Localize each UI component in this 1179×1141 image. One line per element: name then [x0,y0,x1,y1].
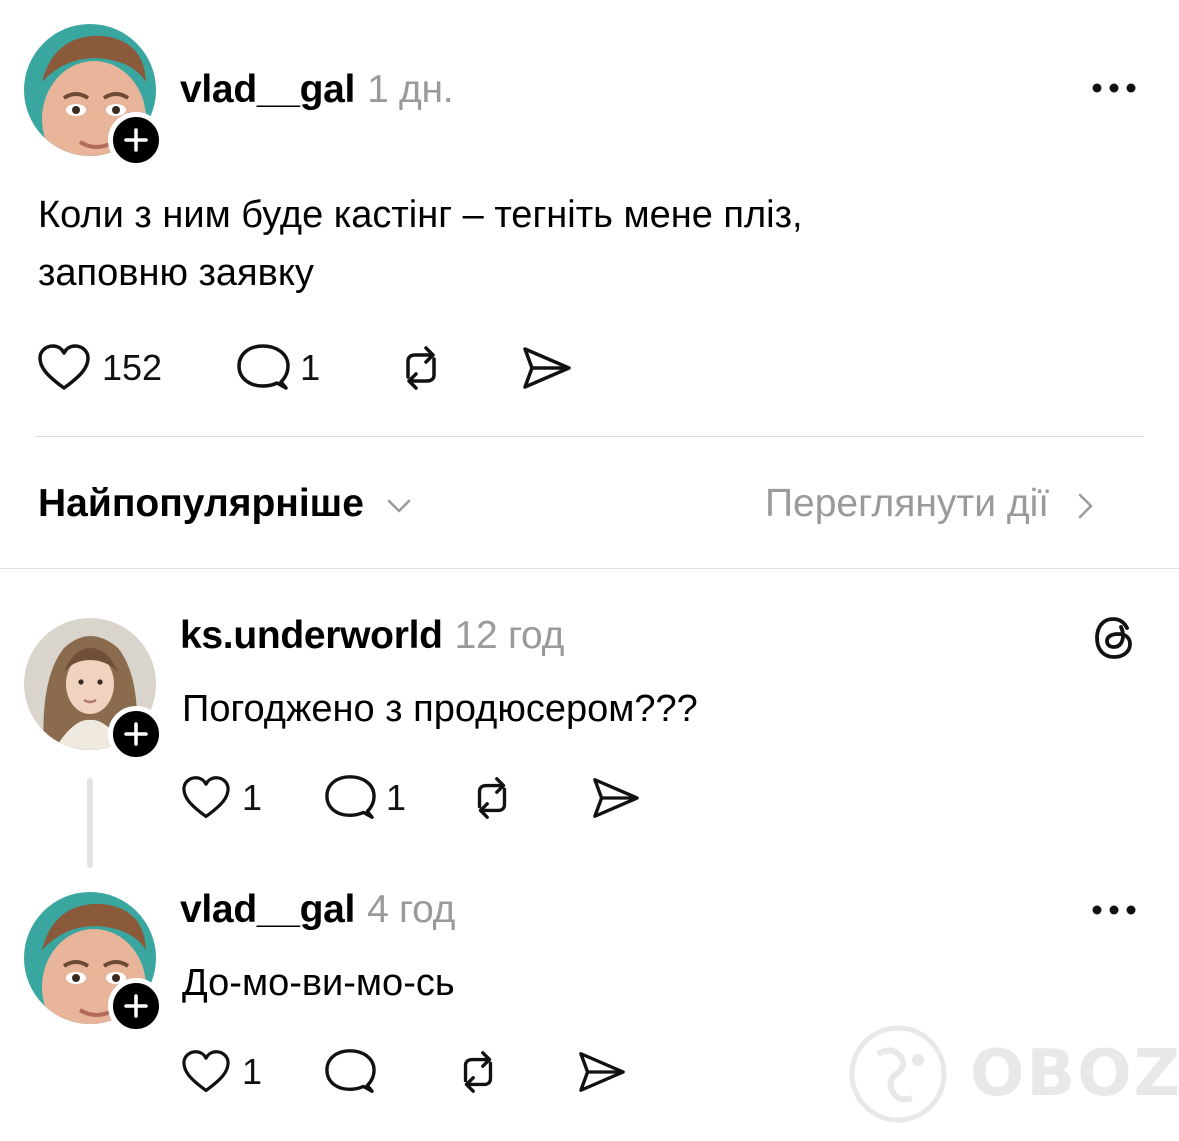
post-text-line: Коли з ним буде кастінг – тегніть мене п… [38,194,803,236]
post-text: Коли з ним буде кастінг – тегніть мене п… [38,186,1148,302]
more-dots-icon [1092,905,1136,915]
thread-line [87,778,93,868]
send-icon [579,1052,625,1092]
comment-actions: 1 1 [180,768,642,828]
threads-logo-icon[interactable] [1092,614,1138,667]
like-count: 152 [102,347,163,388]
comment-bubble-icon [325,1049,376,1093]
comment-bubble-icon [325,775,376,819]
globe-logo-icon [849,1025,947,1123]
watermark: OBOZ.UA [848,1024,1179,1124]
repost-button[interactable] [454,1042,502,1102]
repost-icon [463,1051,493,1093]
post-time: 1 дн. [367,68,454,111]
chevron-right-icon [1078,493,1093,518]
follow-button[interactable] [108,978,164,1034]
comment-author: ks.underworld 12 год [180,614,564,658]
reply-button[interactable] [324,1042,376,1102]
sort-label: Найпопулярніше [38,482,364,525]
watermark-text: OBOZ.UA [970,1037,1179,1111]
share-button[interactable] [520,338,574,398]
repost-button[interactable] [468,768,516,828]
comment-text: До-мо-ви-мо-сь [182,962,455,1004]
post-author: vlad__gal 1 дн. [180,68,454,112]
heart-icon [182,1050,230,1093]
follow-button[interactable] [108,706,164,762]
like-count: 1 [242,1051,263,1092]
reply-button[interactable]: 1 [236,338,320,398]
reply-button[interactable]: 1 [324,768,406,828]
divider [0,568,1179,569]
heart-icon [182,776,230,819]
divider [36,436,1144,437]
send-icon [523,347,571,389]
like-button[interactable]: 152 [36,338,162,398]
reply-count: 1 [300,347,321,388]
reply-count: 1 [386,777,407,818]
comment-author: vlad__gal 4 год [180,888,455,932]
follow-button[interactable] [108,112,164,168]
username-link[interactable]: vlad__gal [180,888,355,931]
view-activity-label: Переглянути дії [765,482,1050,525]
repost-icon [406,346,436,390]
plus-icon [124,722,148,746]
post-text-line: заповню заявку [38,252,314,294]
more-options-button[interactable] [1090,78,1140,103]
repost-button[interactable] [396,338,446,398]
comment-bubble-icon [237,344,290,390]
repost-icon [477,777,507,819]
view-activity-link[interactable]: Переглянути дії [765,482,1096,526]
chevron-down-icon [387,499,410,512]
username-link[interactable]: ks.underworld [180,614,443,657]
send-icon [593,778,639,818]
like-button[interactable]: 1 [180,768,262,828]
more-options-button[interactable] [1090,900,1140,925]
comment-time: 12 год [454,614,565,657]
like-button[interactable]: 1 [180,1042,262,1102]
post-actions: 152 1 [36,338,574,398]
more-dots-icon [1092,83,1136,93]
plus-icon [124,128,148,152]
sort-dropdown[interactable]: Найпопулярніше [38,482,413,526]
comment-text: Погоджено з продюсером??? [182,688,698,730]
share-button[interactable] [590,768,642,828]
username-link[interactable]: vlad__gal [180,68,355,111]
share-button[interactable] [576,1042,628,1102]
like-count: 1 [242,777,263,818]
plus-icon [124,994,148,1018]
heart-icon [38,344,90,390]
comment-time: 4 год [367,888,456,931]
comment-actions: 1 [180,1042,628,1102]
